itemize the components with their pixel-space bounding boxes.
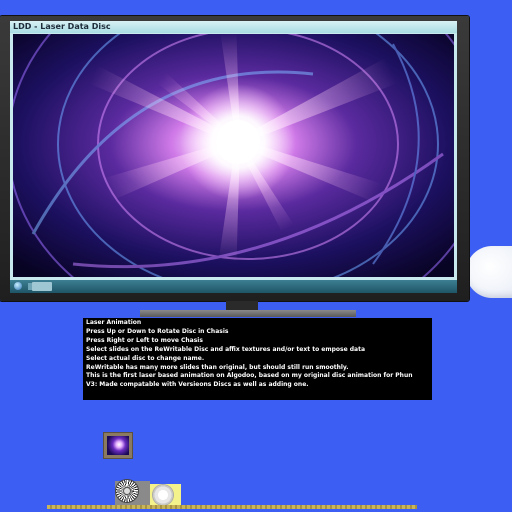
instruction-line: This is the first laser based animation …	[86, 372, 413, 380]
laser-thumbnail-image	[107, 436, 129, 455]
instruction-line: Select actual disc to change name.	[86, 354, 205, 362]
window-titlebar[interactable]: LDD - Laser Data Disc	[10, 21, 457, 33]
instruction-line: Press Right or Left to move Chasis	[86, 336, 203, 344]
taskbar	[10, 280, 457, 293]
instruction-line: Select slides on the ReWritable Disc and…	[86, 345, 366, 353]
instruction-line: Press Up or Down to Rotate Disc in Chasi…	[86, 327, 229, 335]
monitor: LDD - Laser Data Disc	[0, 16, 469, 301]
instructions-panel: Laser Animation Press Up or Down to Rota…	[83, 318, 432, 400]
windows-start-orb-icon[interactable]	[14, 282, 22, 290]
instruction-line: Laser Animation	[86, 319, 142, 326]
white-disc-icon[interactable]	[153, 485, 173, 505]
laser-thumbnail[interactable]	[103, 432, 133, 459]
laser-burst-image	[13, 34, 454, 277]
monitor-stand	[140, 310, 356, 317]
instruction-line: V3: Made compatable with Versieons Discs…	[86, 381, 309, 389]
instruction-line: ReWritable has many more slides than ori…	[86, 363, 349, 371]
taskbar-app-button[interactable]	[32, 282, 52, 291]
ground-strip	[47, 505, 417, 509]
laser-burst-graphic	[13, 34, 454, 277]
monitor-screen: LDD - Laser Data Disc	[10, 21, 457, 293]
disc-hub	[124, 488, 130, 494]
cloud-shape	[466, 246, 512, 298]
window-title: LDD - Laser Data Disc	[13, 22, 111, 31]
